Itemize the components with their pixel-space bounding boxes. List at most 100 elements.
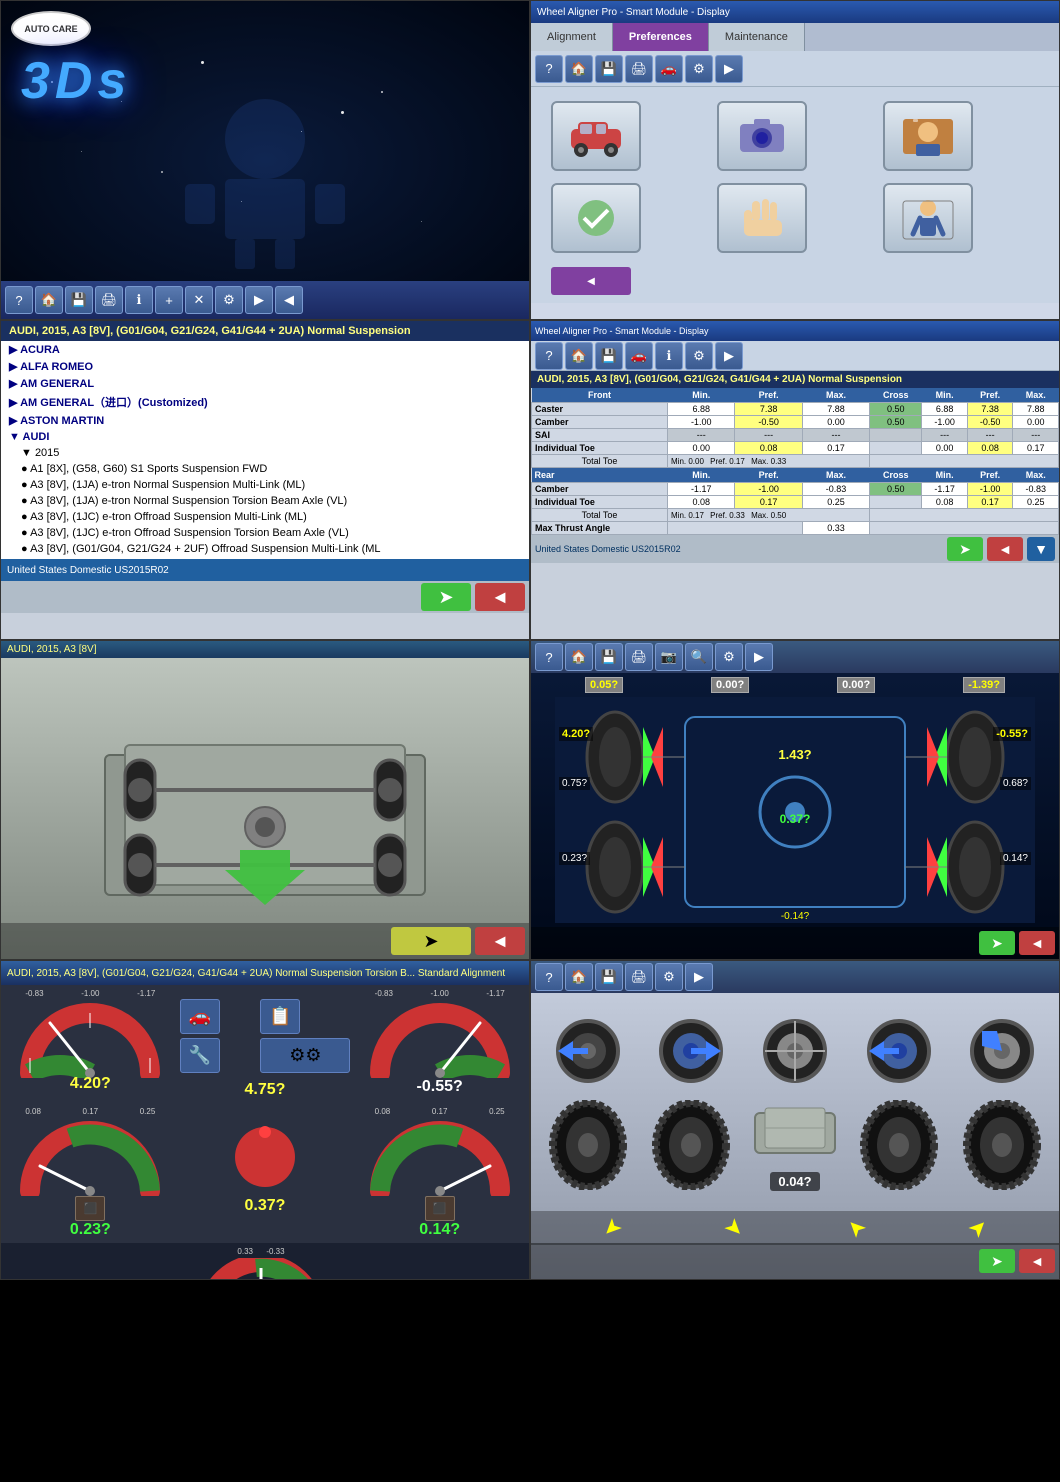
p4-prev-btn[interactable]: ◄ [987,537,1023,561]
p5-yellow-btn[interactable]: ➤ [391,927,471,955]
gauges-area: -0.83 -1.00 -1.17 [1,985,529,1243]
rear-camber-pref2: -1.00 [967,483,1013,496]
settings-btn[interactable]: ⚙ [215,286,243,314]
fl-gauge-value: 4.20? [70,1075,111,1093]
p2-help-btn[interactable]: ? [535,55,563,83]
top-measurements: 0.05? 0.00? 0.00? -1.39? [531,673,1059,697]
p6-gear-btn[interactable]: ⚙ [715,643,743,671]
p2-save-btn[interactable]: 💾 [595,55,623,83]
p6-print-btn[interactable]: 🖨 [625,643,653,671]
p2-gear-icon[interactable]: ⚙ [685,55,713,83]
brand-audi[interactable]: ▼ AUDI [1,429,529,445]
p6-prev-btn[interactable]: ◄ [1019,931,1055,955]
p4-forward-btn[interactable]: ▶ [715,342,743,370]
rear-th-min1: Min. [668,468,735,483]
p8-next-btn[interactable]: ➤ [979,1249,1015,1273]
rl-icon[interactable]: ⬛ [75,1196,105,1221]
pref-icon-check[interactable] [551,183,641,253]
p8-home-btn[interactable]: 🏠 [565,963,593,991]
pref-back-btn[interactable]: ◀ [551,267,631,295]
tab-alignment[interactable]: Alignment [531,23,613,51]
model-a1[interactable]: ● A1 [8X], (G58, G60) S1 Sports Suspensi… [1,461,529,477]
close-btn[interactable]: ✕ [185,286,213,314]
p6-cam-btn[interactable]: 📷 [655,643,683,671]
next-btn[interactable]: ➤ [421,583,471,611]
th-pref2: Pref. [967,388,1013,403]
pref-icon-hand[interactable] [717,183,807,253]
th-cross: Cross [870,388,922,403]
caster-pref1: 7.38 [735,403,802,416]
wheel-4-svg [864,1016,934,1086]
panel-wheel-calibration: ? 🏠 💾 🖨 ⚙ ▶ [530,960,1060,1280]
info-btn[interactable]: ℹ [125,286,153,314]
brand-aston-martin[interactable]: ▶ ASTON MARTIN [1,412,529,429]
p4-gear-btn[interactable]: ⚙ [685,342,713,370]
wheel-icon-2 [645,1013,739,1088]
prev-btn[interactable]: ◄ [475,583,525,611]
back-btn[interactable]: ◀ [275,286,303,314]
model-a3-g01-ml[interactable]: ● A3 [8V], (G01/G04, G21/G24 + 2UF) Offr… [1,541,529,557]
brand-acura[interactable]: ▶ ACURA [1,341,529,358]
p5-nav: ➤ ◄ [1,923,529,959]
fc-icon3[interactable]: 🔧 [180,1038,220,1073]
help-btn[interactable]: ? [5,286,33,314]
p6-zoom-btn[interactable]: 🔍 [685,643,713,671]
p2-forward-btn[interactable]: ▶ [715,55,743,83]
p6-home-btn[interactable]: 🏠 [565,643,593,671]
p2-car-icon[interactable]: 🚗 [655,55,683,83]
model-a3-1jc-ml[interactable]: ● A3 [8V], (1JC) e-tron Offroad Suspensi… [1,509,529,525]
p4-car-btn[interactable]: 🚗 [625,342,653,370]
brand-am-general[interactable]: ▶ AM GENERAL [1,375,529,392]
p2-home-btn[interactable]: 🏠 [565,55,593,83]
p6-forward-btn[interactable]: ▶ [745,643,773,671]
home-btn[interactable]: 🏠 [35,286,63,314]
p4-info-btn[interactable]: ℹ [655,342,683,370]
pref-icon-person[interactable] [883,183,973,253]
p8-toolbar: ? 🏠 💾 🖨 ⚙ ▶ [531,961,1059,993]
model-a3-1jc-vl[interactable]: ● A3 [8V], (1JC) e-tron Offroad Suspensi… [1,525,529,541]
pref-icon-mechanic[interactable] [883,101,973,171]
p6-save-btn[interactable]: 💾 [595,643,623,671]
p4-home-btn[interactable]: 🏠 [565,342,593,370]
rr-icon[interactable]: ⬛ [425,1196,455,1221]
fc-icon2[interactable]: 📋 [260,999,300,1034]
p7-icon1[interactable]: ⬛ [5,1279,37,1280]
tab-preferences[interactable]: Preferences [613,23,709,51]
pref-icon-camera[interactable] [717,101,807,171]
brand-am-general-import[interactable]: ▶ AM GENERAL（进口）(Customized) [1,392,529,412]
row-ind-toe-rear: Individual Toe 0.08 0.17 0.25 0.08 0.17 … [532,496,1059,509]
brand-alfa-romeo[interactable]: ▶ ALFA ROMEO [1,358,529,375]
tab-maintenance[interactable]: Maintenance [709,23,805,51]
wheel-icon-3 [748,1013,842,1088]
p7-icon2[interactable]: ▦ [41,1279,73,1280]
p4-next-btn[interactable]: ➤ [947,537,983,561]
p8-gear-btn[interactable]: ⚙ [655,963,683,991]
p2-print-btn[interactable]: 🖨 [625,55,653,83]
rear-th-cross: Cross [870,468,922,483]
fc-icon1[interactable]: 🚗 [180,999,220,1034]
p8-help-btn[interactable]: ? [535,963,563,991]
save-btn[interactable]: 💾 [65,286,93,314]
caster-min1: 6.88 [668,403,735,416]
p8-save-btn[interactable]: 💾 [595,963,623,991]
p4-help-btn[interactable]: ? [535,342,563,370]
p8-prev-btn[interactable]: ◄ [1019,1249,1055,1273]
p4-down-btn[interactable]: ▼ [1027,537,1055,561]
fc-icon4[interactable]: ⚙⚙ [260,1038,350,1073]
print-btn[interactable]: 🖨 [95,286,123,314]
gauge-rl: 0.08 0.17 0.25 ⬛ 0.23? [5,1107,176,1239]
pref-icon-car[interactable] [551,101,641,171]
forward-btn[interactable]: ▶ [245,286,273,314]
p8-forward-btn[interactable]: ▶ [685,963,713,991]
p6-next-btn[interactable]: ➤ [979,931,1015,955]
model-a3-1ja-vl[interactable]: ● A3 [8V], (1JA) e-tron Normal Suspensio… [1,493,529,509]
p7-header-text: AUDI, 2015, A3 [8V], (G01/G04, G21/G24, … [7,968,505,979]
tire-1-svg [548,1100,628,1190]
p6-help-btn[interactable]: ? [535,643,563,671]
p5-red-btn[interactable]: ◄ [475,927,525,955]
year-2015[interactable]: ▼ 2015 [1,445,529,461]
add-btn[interactable]: + [155,286,183,314]
model-a3-1ja-ml[interactable]: ● A3 [8V], (1JA) e-tron Normal Suspensio… [1,477,529,493]
p4-save-btn[interactable]: 💾 [595,342,623,370]
p8-print-btn[interactable]: 🖨 [625,963,653,991]
